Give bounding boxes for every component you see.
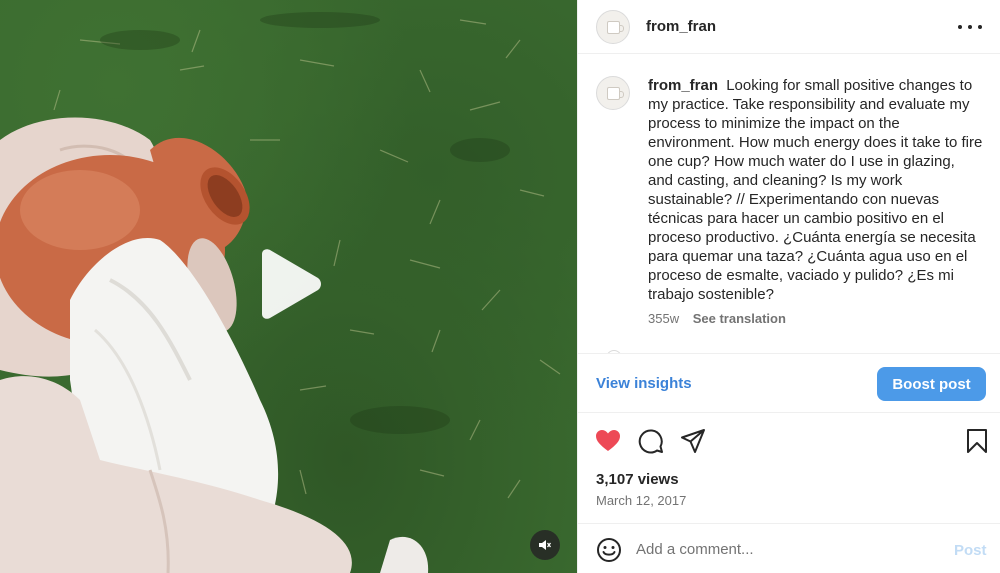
- save-button[interactable]: [964, 428, 990, 454]
- caption-section: from_fran Looking for small positive cha…: [578, 54, 1000, 353]
- boost-post-button[interactable]: Boost post: [877, 367, 986, 401]
- caption-meta: 355w See translation: [648, 311, 786, 326]
- more-dot: [958, 25, 962, 29]
- header-username[interactable]: from_fran: [646, 18, 716, 35]
- post-header: from_fran: [578, 0, 1000, 54]
- post-age: 355w: [648, 311, 680, 326]
- comment-input[interactable]: [636, 536, 936, 562]
- see-translation-link[interactable]: See translation: [693, 311, 786, 326]
- emoji-icon: [597, 538, 621, 562]
- post-comment-button[interactable]: Post: [954, 542, 987, 559]
- comment-button[interactable]: [638, 428, 664, 454]
- video-player[interactable]: [0, 0, 577, 573]
- insights-bar: View insights Boost post: [578, 353, 1000, 413]
- cup-icon: [607, 21, 624, 34]
- caption-avatar[interactable]: [596, 76, 630, 110]
- avatar[interactable]: [596, 10, 630, 44]
- comment-icon: [638, 429, 663, 454]
- caption: from_fran Looking for small positive cha…: [648, 76, 984, 304]
- heart-icon: [596, 430, 620, 451]
- play-icon: [262, 249, 321, 319]
- play-button[interactable]: [256, 248, 326, 320]
- post-panel: from_fran from_fran Looking for small po…: [577, 0, 1000, 573]
- post-date[interactable]: March 12, 2017: [596, 493, 686, 508]
- share-button[interactable]: [680, 428, 706, 454]
- bookmark-icon: [967, 429, 987, 453]
- view-count[interactable]: 3,107 views: [596, 471, 679, 488]
- caption-body: Looking for small positive changes to my…: [648, 77, 983, 303]
- emoji-button[interactable]: [596, 537, 622, 563]
- more-dot: [978, 25, 982, 29]
- action-bar: [578, 414, 1000, 466]
- caption-username[interactable]: from_fran: [648, 77, 718, 94]
- muted-speaker-icon: [539, 540, 552, 550]
- more-options-icon[interactable]: [958, 17, 982, 37]
- mute-button[interactable]: [530, 530, 560, 560]
- share-icon: [681, 429, 705, 453]
- view-insights-link[interactable]: View insights: [596, 375, 692, 392]
- cup-icon: [607, 87, 624, 100]
- more-dot: [968, 25, 972, 29]
- comment-bar: Post: [578, 523, 1000, 573]
- like-button[interactable]: [595, 428, 621, 454]
